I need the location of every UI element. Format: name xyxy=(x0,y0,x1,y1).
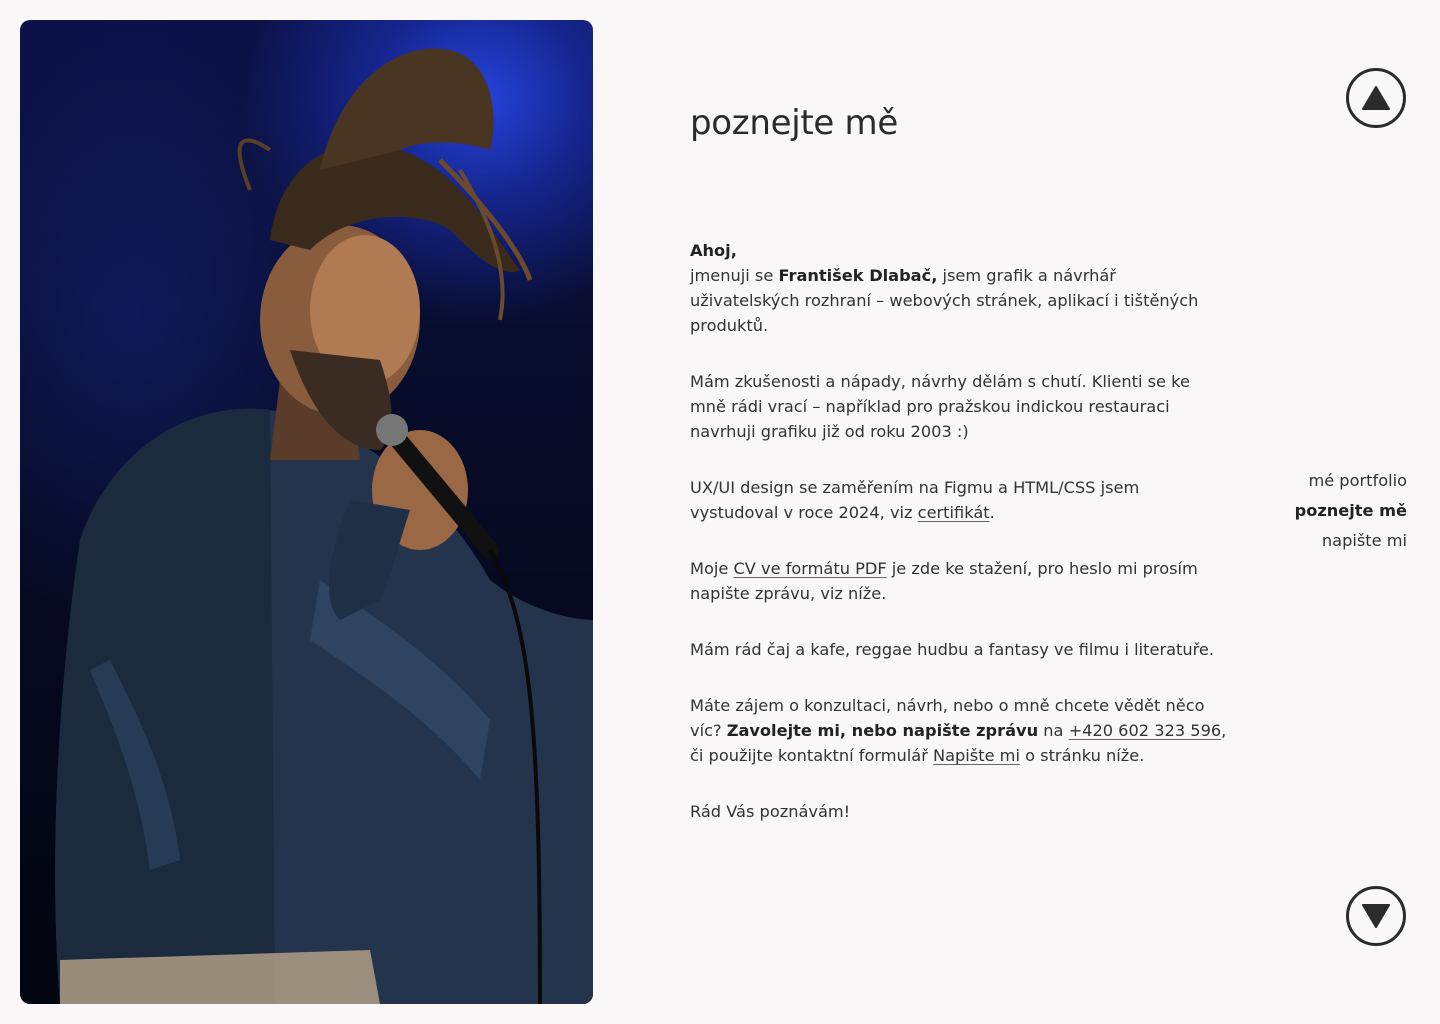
certificate-link[interactable]: certifikát xyxy=(918,503,990,522)
cv-pdf-link[interactable]: CV ve formátu PDF xyxy=(733,559,886,578)
cv-prefix: Moje xyxy=(690,559,734,578)
about-text: Ahoj, jmenuji se František Dlabač, jsem … xyxy=(690,238,1230,824)
profile-photo xyxy=(20,20,593,1004)
side-navigation: mé portfolio poznejte mě napište mi xyxy=(1295,466,1407,556)
author-name: František Dlabač, xyxy=(778,266,938,285)
hobbies-paragraph: Mám rád čaj a kafe, reggae hudbu a fanta… xyxy=(690,640,1215,659)
nav-item-about[interactable]: poznejte mě xyxy=(1295,496,1407,526)
scroll-down-button[interactable] xyxy=(1346,886,1406,946)
nav-item-contact[interactable]: napište mi xyxy=(1295,526,1407,556)
ux-paragraph: UX/UI design se zaměřením na Figmu a HTM… xyxy=(690,475,1230,525)
experience-paragraph: Mám zkušenosti a nápady, návrhy dělám s … xyxy=(690,372,1190,441)
ux-text: UX/UI design se zaměřením na Figmu a HTM… xyxy=(690,478,1140,522)
contact-suffix: o stránku níže. xyxy=(1019,746,1145,765)
closing-paragraph: Rád Vás poznávám! xyxy=(690,802,851,821)
triangle-down-icon xyxy=(1362,904,1390,928)
contact-paragraph: Máte zájem o konzultaci, návrh, nebo o m… xyxy=(690,693,1230,768)
contact-middle: na xyxy=(1038,721,1069,740)
contact-form-link[interactable]: Napište mi xyxy=(933,746,1020,765)
page: poznejte mě Ahoj, jmenuji se František D… xyxy=(0,0,1440,1024)
page-title: poznejte mě xyxy=(690,103,898,143)
ux-end: . xyxy=(989,503,995,522)
contact-cta: Zavolejte mi, nebo napište zprávu xyxy=(726,721,1039,740)
singer-photo-illustration xyxy=(55,48,593,1004)
phone-link[interactable]: +420 602 323 596 xyxy=(1069,721,1222,740)
about-section: poznejte mě Ahoj, jmenuji se František D… xyxy=(690,100,1230,855)
triangle-up-icon xyxy=(1362,86,1390,110)
intro-paragraph: Ahoj, jmenuji se František Dlabač, jsem … xyxy=(690,238,1230,338)
cv-paragraph: Moje CV ve formátu PDF je zde ke stažení… xyxy=(690,556,1230,606)
scroll-up-button[interactable] xyxy=(1346,68,1406,128)
greeting: Ahoj, xyxy=(690,241,737,260)
nav-item-portfolio[interactable]: mé portfolio xyxy=(1295,466,1407,496)
intro-prefix: jmenuji se xyxy=(690,266,779,285)
